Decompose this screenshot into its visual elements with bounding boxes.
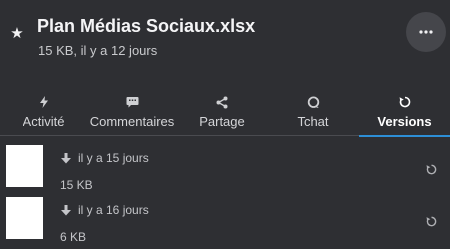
tab-label: Activité bbox=[22, 114, 65, 129]
versions-list: il y a 15 jours 15 KB il y a 16 jours 6 … bbox=[0, 137, 450, 244]
tab-label: Versions bbox=[377, 114, 432, 129]
file-meta: 15 KB, il y a 12 jours bbox=[38, 43, 158, 58]
version-item: il y a 15 jours 15 KB bbox=[0, 137, 450, 192]
restore-version-button[interactable] bbox=[423, 213, 439, 229]
star-icon[interactable]: ★ bbox=[9, 25, 25, 41]
history-icon bbox=[399, 95, 411, 109]
sidebar-tabs: Activité Commentaires Partage Tchat Vers… bbox=[0, 90, 450, 137]
version-download-link[interactable]: il y a 16 jours bbox=[61, 203, 149, 217]
version-date: il y a 16 jours bbox=[78, 203, 149, 217]
arrow-down-icon bbox=[61, 204, 71, 215]
arrow-down-icon bbox=[61, 152, 71, 163]
version-download-link[interactable]: il y a 15 jours bbox=[61, 151, 149, 165]
chat-bubble-icon bbox=[307, 95, 320, 109]
tab-label: Partage bbox=[199, 114, 245, 129]
tab-sharing[interactable]: Partage bbox=[177, 90, 267, 136]
tab-activity[interactable]: Activité bbox=[0, 90, 87, 136]
restore-icon bbox=[426, 216, 436, 226]
file-sidebar: ★ Plan Médias Sociaux.xlsx 15 KB, il y a… bbox=[0, 0, 450, 249]
file-header: ★ Plan Médias Sociaux.xlsx 15 KB, il y a… bbox=[0, 0, 450, 90]
tab-chat[interactable]: Tchat bbox=[267, 90, 359, 136]
bolt-icon bbox=[39, 95, 49, 109]
share-icon bbox=[216, 95, 228, 109]
version-thumbnail bbox=[6, 197, 43, 239]
version-item: il y a 16 jours 6 KB bbox=[0, 189, 450, 244]
file-name: Plan Médias Sociaux.xlsx bbox=[37, 16, 256, 36]
tab-label: Tchat bbox=[297, 114, 329, 129]
more-horizontal-icon bbox=[419, 30, 433, 34]
tab-versions[interactable]: Versions bbox=[359, 90, 450, 137]
restore-version-button[interactable] bbox=[423, 161, 439, 177]
more-actions-button[interactable] bbox=[406, 12, 446, 52]
version-thumbnail bbox=[6, 145, 43, 187]
tab-comments[interactable]: Commentaires bbox=[87, 90, 177, 136]
tab-label: Commentaires bbox=[89, 114, 175, 129]
restore-icon bbox=[426, 164, 436, 174]
comment-icon bbox=[126, 95, 139, 109]
version-size: 6 KB bbox=[60, 230, 87, 244]
version-date: il y a 15 jours bbox=[78, 151, 149, 165]
